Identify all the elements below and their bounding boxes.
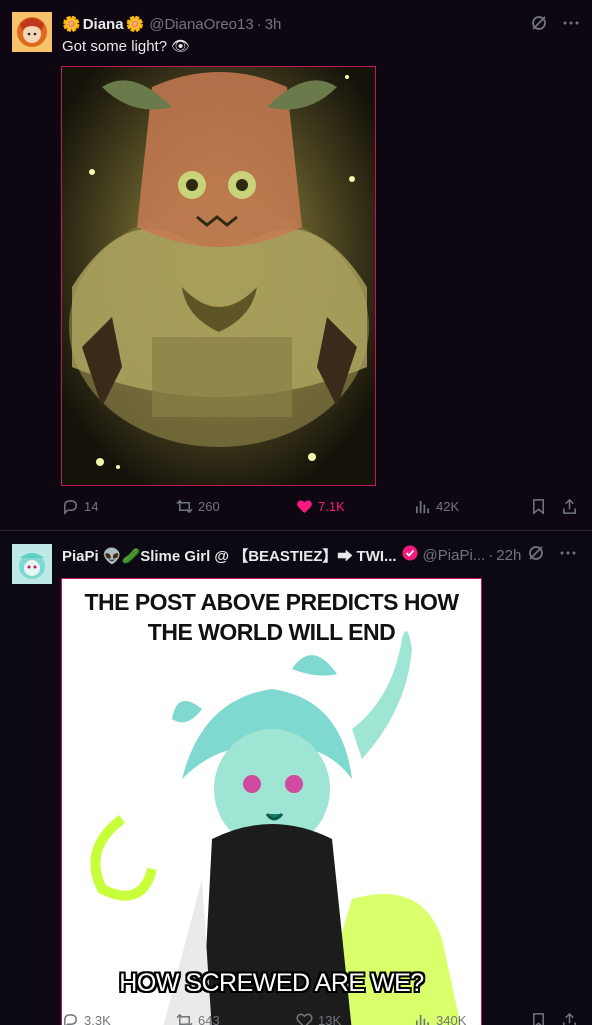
display-name-text: Diana — [82, 15, 124, 33]
like-icon — [297, 500, 312, 514]
like-button[interactable]: 13K — [296, 1012, 341, 1025]
repost-button[interactable]: 643 — [176, 1012, 220, 1025]
avatar[interactable] — [12, 12, 52, 52]
repost-icon — [176, 1013, 193, 1025]
handle[interactable]: @PiaPi... — [423, 547, 486, 564]
bookmark-button[interactable] — [530, 1012, 547, 1025]
repost-button[interactable]: 260 — [176, 498, 220, 515]
verified-icon — [402, 545, 418, 565]
grok-icon[interactable] — [530, 14, 548, 37]
timestamp[interactable]: 22h — [496, 547, 521, 564]
repost-count: 643 — [198, 1013, 220, 1025]
display-name[interactable]: PiaPi 👽🥒Slime Girl @ 【BEASTIEZ】➡ TWI... — [62, 545, 418, 566]
share-button[interactable] — [561, 1012, 578, 1025]
flower-emoji-icon: 🌼 — [62, 16, 81, 33]
like-count: 7.1K — [318, 499, 345, 514]
post-header: 🌼 Diana 🌼 @DianaOreo13 · 3h — [62, 14, 580, 34]
eye-emoji-icon: 👁 — [171, 38, 191, 55]
more-icon[interactable] — [562, 14, 580, 37]
grok-icon[interactable] — [527, 544, 545, 567]
view-count: 340K — [436, 1013, 467, 1025]
reply-button[interactable]: 3.3K — [62, 1012, 111, 1025]
action-bar: 14 260 7.1K 42K — [62, 498, 580, 518]
separator-dot: · — [256, 15, 262, 33]
display-name[interactable]: 🌼 Diana 🌼 — [62, 15, 145, 34]
views-icon — [415, 1014, 430, 1025]
tweet-text-body: Got some light? — [62, 37, 168, 55]
view-count: 42K — [436, 499, 460, 514]
handle[interactable]: @DianaOreo13 — [149, 16, 253, 33]
reply-icon — [64, 500, 77, 515]
post-image[interactable] — [61, 66, 376, 486]
share-button[interactable] — [561, 498, 578, 515]
action-bar: 3.3K 643 13K 340K — [62, 1012, 580, 1025]
more-icon[interactable] — [559, 544, 577, 567]
like-button[interactable]: 7.1K — [296, 498, 345, 515]
views-button[interactable]: 42K — [414, 498, 459, 515]
bookmark-icon — [533, 499, 544, 515]
share-icon — [563, 498, 576, 514]
post-diana[interactable]: 🌼 Diana 🌼 @DianaOreo13 · 3h Got some lig… — [0, 0, 592, 531]
display-name-text: PiaPi 👽🥒Slime Girl @ 【BEASTIEZ】➡ TWI... — [62, 547, 397, 565]
separator-dot: · — [488, 546, 494, 564]
views-button[interactable]: 340K — [414, 1012, 466, 1025]
repost-icon — [176, 499, 193, 514]
like-count: 13K — [318, 1013, 342, 1025]
timestamp[interactable]: 3h — [265, 16, 282, 33]
share-icon — [563, 1012, 576, 1025]
tweet-text: Got some light? 👁 — [62, 37, 191, 56]
reply-count: 14 — [84, 499, 99, 514]
reply-button[interactable]: 14 — [62, 498, 98, 515]
post-piapi[interactable]: PiaPi 👽🥒Slime Girl @ 【BEASTIEZ】➡ TWI... … — [0, 531, 592, 1025]
post-image[interactable]: THE POST ABOVE PREDICTS HOW THE WORLD WI… — [61, 578, 482, 1025]
bookmark-button[interactable] — [530, 498, 547, 515]
like-icon — [296, 1013, 313, 1025]
avatar[interactable] — [12, 544, 52, 584]
flower-emoji-icon: 🌼 — [125, 16, 145, 33]
reply-icon — [64, 1014, 77, 1025]
meme-bottom-caption: HOW SCREWED ARE WE? — [119, 969, 424, 997]
reply-count: 3.3K — [84, 1013, 111, 1025]
bookmark-icon — [533, 1013, 544, 1025]
views-icon — [415, 500, 430, 514]
repost-count: 260 — [198, 499, 220, 514]
post-header: PiaPi 👽🥒Slime Girl @ 【BEASTIEZ】➡ TWI... … — [62, 545, 580, 565]
